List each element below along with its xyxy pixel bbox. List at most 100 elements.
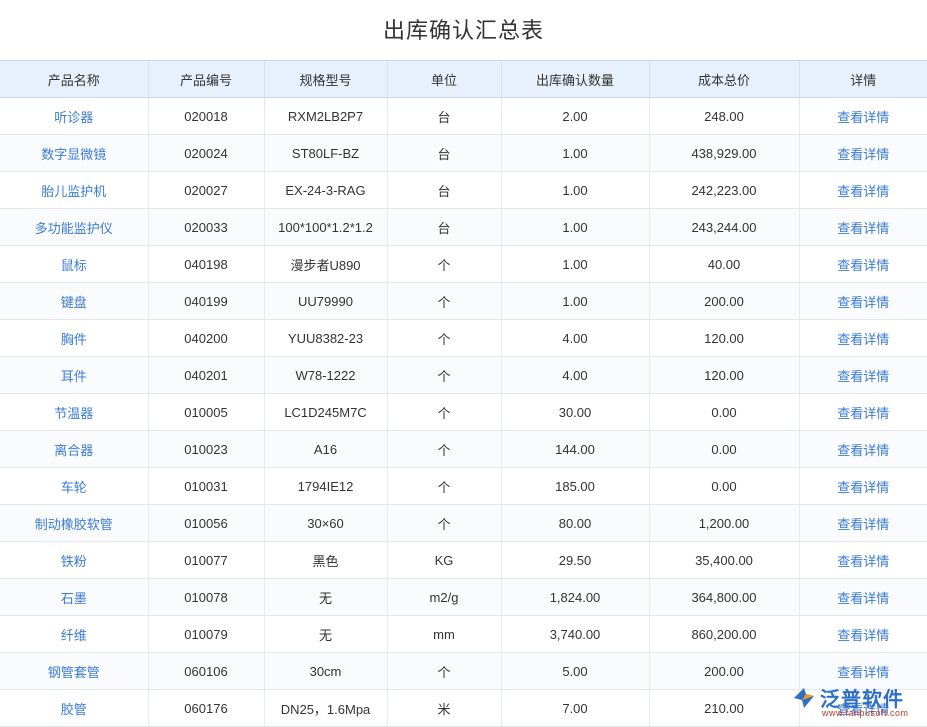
total-cost-cell: 438,929.00 (649, 135, 799, 172)
column-header-product-code[interactable]: 产品编号 (148, 61, 264, 98)
view-details-link[interactable]: 查看详情 (837, 443, 889, 458)
product-name-cell: 键盘 (0, 283, 148, 320)
total-cost-cell: 242,223.00 (649, 172, 799, 209)
view-details-link[interactable]: 查看详情 (837, 369, 889, 384)
product-name-link[interactable]: 胸件 (61, 332, 87, 347)
product-name-link[interactable]: 鼠标 (61, 258, 87, 273)
view-details-link[interactable]: 查看详情 (837, 591, 889, 606)
column-header-spec-model[interactable]: 规格型号 (264, 61, 387, 98)
column-header-total-cost[interactable]: 成本总价 (649, 61, 799, 98)
brand-url: www.fanpusoft.com (822, 708, 909, 718)
confirmed-qty-cell: 1.00 (501, 172, 649, 209)
product-code-cell: 010056 (148, 505, 264, 542)
product-name-cell: 耳件 (0, 357, 148, 394)
view-details-link[interactable]: 查看详情 (837, 554, 889, 569)
unit-cell: 台 (387, 209, 501, 246)
product-code-cell: 010079 (148, 616, 264, 653)
details-cell: 查看详情 (799, 98, 927, 135)
product-code-cell: 040199 (148, 283, 264, 320)
product-name-cell: 多功能监护仪 (0, 209, 148, 246)
view-details-link[interactable]: 查看详情 (837, 332, 889, 347)
table-row: 胸件040200YUU8382-23个4.00120.00查看详情 (0, 320, 927, 357)
product-code-cell: 040198 (148, 246, 264, 283)
product-name-cell: 离合器 (0, 431, 148, 468)
product-code-cell: 010005 (148, 394, 264, 431)
product-name-link[interactable]: 耳件 (61, 369, 87, 384)
view-details-link[interactable]: 查看详情 (837, 221, 889, 236)
unit-cell: 个 (387, 320, 501, 357)
product-name-cell: 听诊器 (0, 98, 148, 135)
product-name-link[interactable]: 制动橡胶软管 (35, 517, 113, 532)
table-row: 车轮0100311794IE12个185.000.00查看详情 (0, 468, 927, 505)
confirmed-qty-cell: 1.00 (501, 246, 649, 283)
total-cost-cell: 0.00 (649, 431, 799, 468)
total-cost-cell: 40.00 (649, 246, 799, 283)
view-details-link[interactable]: 查看详情 (837, 480, 889, 495)
product-name-cell: 纤维 (0, 616, 148, 653)
product-name-link[interactable]: 听诊器 (54, 110, 93, 125)
product-name-link[interactable]: 纤维 (61, 628, 87, 643)
product-name-link[interactable]: 铁粉 (61, 554, 87, 569)
table-row: 纤维010079无mm3,740.00860,200.00查看详情 (0, 616, 927, 653)
table-row: 钢管套管06010630cm个5.00200.00查看详情 (0, 653, 927, 690)
product-name-cell: 胶管 (0, 690, 148, 727)
confirmed-qty-cell: 2.00 (501, 98, 649, 135)
details-cell: 查看详情 (799, 172, 927, 209)
spec-model-cell: 无 (264, 579, 387, 616)
view-details-link[interactable]: 查看详情 (837, 295, 889, 310)
table-row: 多功能监护仪020033100*100*1.2*1.2台1.00243,244.… (0, 209, 927, 246)
product-name-link[interactable]: 胶管 (61, 702, 87, 717)
column-header-confirmed-qty[interactable]: 出库确认数量 (501, 61, 649, 98)
product-code-cell: 010078 (148, 579, 264, 616)
view-details-link[interactable]: 查看详情 (837, 406, 889, 421)
unit-cell: 个 (387, 505, 501, 542)
product-name-link[interactable]: 多功能监护仪 (35, 221, 113, 236)
confirmed-qty-cell: 7.00 (501, 690, 649, 727)
total-cost-cell: 243,244.00 (649, 209, 799, 246)
product-code-cell: 020027 (148, 172, 264, 209)
view-details-link[interactable]: 查看详情 (837, 517, 889, 532)
table-row: 数字显微镜020024ST80LF-BZ台1.00438,929.00查看详情 (0, 135, 927, 172)
product-name-link[interactable]: 键盘 (61, 295, 87, 310)
view-details-link[interactable]: 查看详情 (837, 110, 889, 125)
spec-model-cell: 无 (264, 616, 387, 653)
spec-model-cell: ST80LF-BZ (264, 135, 387, 172)
table-row: 键盘040199UU79990个1.00200.00查看详情 (0, 283, 927, 320)
table-row: 节温器010005LC1D245M7C个30.000.00查看详情 (0, 394, 927, 431)
unit-cell: 个 (387, 468, 501, 505)
product-name-link[interactable]: 胎儿监护机 (41, 184, 106, 199)
spec-model-cell: DN25，1.6Mpa (264, 690, 387, 727)
total-cost-cell: 248.00 (649, 98, 799, 135)
confirmed-qty-cell: 4.00 (501, 357, 649, 394)
unit-cell: 个 (387, 357, 501, 394)
product-name-link[interactable]: 离合器 (54, 443, 93, 458)
column-header-product-name[interactable]: 产品名称 (0, 61, 148, 98)
product-name-link[interactable]: 数字显微镜 (41, 147, 106, 162)
confirmed-qty-cell: 1.00 (501, 135, 649, 172)
view-details-link[interactable]: 查看详情 (837, 258, 889, 273)
product-name-cell: 钢管套管 (0, 653, 148, 690)
table-header-row: 产品名称 产品编号 规格型号 单位 出库确认数量 成本总价 详情 (0, 61, 927, 98)
view-details-link[interactable]: 查看详情 (837, 665, 889, 680)
details-cell: 查看详情 (799, 283, 927, 320)
spec-model-cell: EX-24-3-RAG (264, 172, 387, 209)
confirmed-qty-cell: 80.00 (501, 505, 649, 542)
product-name-link[interactable]: 车轮 (61, 480, 87, 495)
unit-cell: 个 (387, 283, 501, 320)
view-details-link[interactable]: 查看详情 (837, 628, 889, 643)
product-name-cell: 铁粉 (0, 542, 148, 579)
confirmed-qty-cell: 5.00 (501, 653, 649, 690)
spec-model-cell: A16 (264, 431, 387, 468)
view-details-link[interactable]: 查看详情 (837, 147, 889, 162)
spec-model-cell: 漫步者U890 (264, 246, 387, 283)
product-code-cell: 060106 (148, 653, 264, 690)
details-cell: 查看详情 (799, 505, 927, 542)
table-row: 胎儿监护机020027EX-24-3-RAG台1.00242,223.00查看详… (0, 172, 927, 209)
view-details-link[interactable]: 查看详情 (837, 184, 889, 199)
fanpu-logo-icon (792, 686, 816, 710)
product-name-link[interactable]: 石墨 (61, 591, 87, 606)
product-name-link[interactable]: 节温器 (54, 406, 93, 421)
product-code-cell: 020033 (148, 209, 264, 246)
column-header-unit[interactable]: 单位 (387, 61, 501, 98)
product-name-link[interactable]: 钢管套管 (48, 665, 100, 680)
